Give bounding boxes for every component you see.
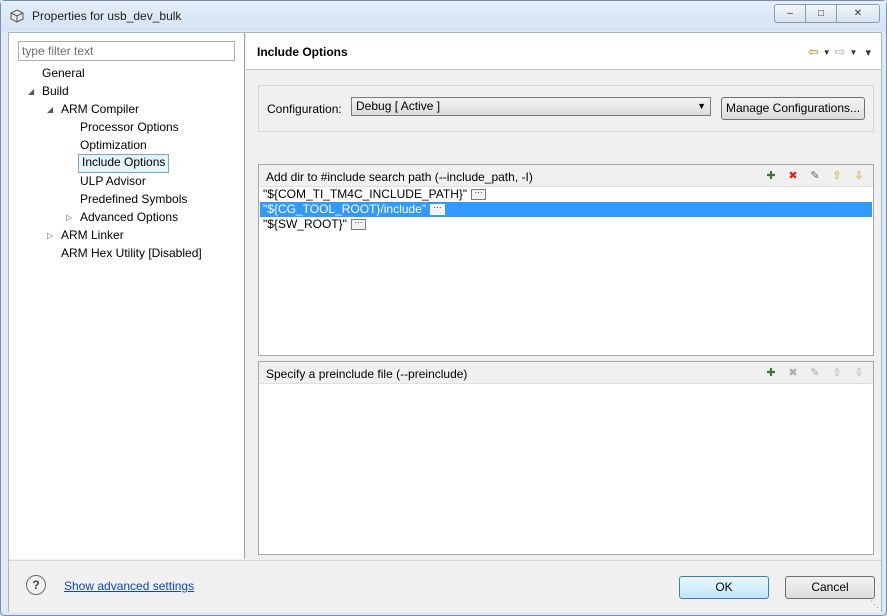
tree-item-processor-options[interactable]: Processor Options (80, 119, 179, 136)
dialog-footer: ? Show advanced settings OK Cancel ⋱ (9, 560, 881, 612)
edit-icon[interactable]: ✎ (807, 168, 823, 184)
tree-item-arm-compiler[interactable]: ARM Compiler (61, 101, 139, 118)
resize-grip-icon[interactable]: ⋱ (870, 599, 879, 610)
tree-item-arm-hex-utility[interactable]: ARM Hex Utility [Disabled] (61, 245, 202, 262)
tree-expand-icon[interactable]: ▷ (66, 213, 72, 222)
forward-icon[interactable]: ⇨ (835, 44, 846, 60)
window-title: Properties for usb_dev_bulk (32, 9, 182, 23)
add-icon[interactable]: ✚ (763, 168, 779, 184)
ellipsis-icon[interactable]: ··· (471, 189, 487, 201)
tree-item-advanced-options[interactable]: Advanced Options (80, 209, 178, 226)
forward-menu-icon[interactable]: ▼ (850, 48, 858, 57)
include-path-text: "${CG_TOOL_ROOT}/include" (263, 202, 427, 216)
configuration-label: Configuration: (267, 102, 342, 116)
back-icon[interactable]: ⇦ (808, 44, 819, 60)
page-title: Include Options (257, 45, 348, 59)
maximize-icon: □ (817, 8, 825, 19)
preinclude-list: Specify a preinclude file (--preinclude)… (258, 361, 874, 555)
ok-button[interactable]: OK (679, 576, 769, 599)
include-path-text: "${COM_TI_TM4C_INCLUDE_PATH}" (263, 187, 468, 201)
cancel-button[interactable]: Cancel (785, 576, 875, 599)
delete-icon[interactable]: ✖ (785, 168, 801, 184)
view-menu-icon[interactable]: ▾ (865, 46, 871, 59)
tree-item-build[interactable]: Build (42, 83, 69, 100)
move-up-icon[interactable]: ⇧ (829, 365, 845, 381)
configuration-select[interactable]: Debug [ Active ] ▼ (351, 97, 711, 116)
title-bar: Properties for usb_dev_bulk – □ ✕ (1, 1, 886, 31)
tree-item-predefined-symbols[interactable]: Predefined Symbols (80, 191, 187, 208)
include-path-item[interactable]: "${CG_TOOL_ROOT}/include" ··· (260, 202, 872, 217)
back-menu-icon[interactable]: ▼ (823, 48, 831, 57)
page-pane: Include Options ⇦ ▼ ⇨ ▼ ▾ Configuration:… (246, 33, 881, 559)
app-icon (10, 9, 24, 23)
minimize-button[interactable]: – (774, 4, 806, 23)
tree-item-optimization[interactable]: Optimization (80, 137, 147, 154)
tree-collapse-icon[interactable]: ◢ (28, 87, 34, 96)
include-path-item[interactable]: "${COM_TI_TM4C_INCLUDE_PATH}" ··· (260, 187, 872, 202)
preinclude-title: Specify a preinclude file (--preinclude) (266, 367, 468, 381)
ellipsis-icon[interactable]: ··· (430, 204, 446, 216)
tree-collapse-icon[interactable]: ◢ (47, 105, 53, 114)
delete-icon[interactable]: ✖ (785, 365, 801, 381)
ellipsis-icon[interactable]: ··· (350, 219, 366, 231)
page-header: Include Options ⇦ ▼ ⇨ ▼ ▾ (246, 33, 881, 70)
minimize-icon: – (787, 8, 793, 19)
properties-dialog: Properties for usb_dev_bulk – □ ✕ Genera… (0, 0, 887, 616)
manage-configurations-button[interactable]: Manage Configurations... (721, 97, 865, 120)
include-path-list: Add dir to #include search path (--inclu… (258, 164, 874, 356)
help-icon[interactable]: ? (26, 575, 46, 595)
preinclude-header: Specify a preinclude file (--preinclude)… (259, 362, 873, 384)
tree-item-general[interactable]: General (42, 65, 85, 82)
tree-expand-icon[interactable]: ▷ (47, 231, 53, 240)
tree-item-ulp-advisor[interactable]: ULP Advisor (80, 173, 146, 190)
configuration-group: Configuration: Debug [ Active ] ▼ Manage… (258, 85, 874, 132)
tree-item-arm-linker[interactable]: ARM Linker (61, 227, 124, 244)
move-up-icon[interactable]: ⇧ (829, 168, 845, 184)
move-down-icon[interactable]: ⇩ (851, 365, 867, 381)
include-path-item[interactable]: "${SW_ROOT}" ··· (260, 217, 872, 232)
close-button[interactable]: ✕ (837, 4, 880, 23)
edit-icon[interactable]: ✎ (807, 365, 823, 381)
tree-item-include-options[interactable]: Include Options (78, 154, 170, 173)
include-path-title: Add dir to #include search path (--inclu… (266, 170, 533, 184)
close-icon: ✕ (853, 8, 863, 19)
maximize-button[interactable]: □ (806, 4, 837, 23)
add-icon[interactable]: ✚ (763, 365, 779, 381)
category-pane: General ◢ Build ◢ ARM Compiler Processor… (9, 33, 245, 559)
include-path-text: "${SW_ROOT}" (263, 217, 347, 231)
dialog-client: General ◢ Build ◢ ARM Compiler Processor… (8, 32, 882, 612)
show-advanced-settings-link[interactable]: Show advanced settings (64, 579, 194, 593)
move-down-icon[interactable]: ⇩ (851, 168, 867, 184)
include-path-header: Add dir to #include search path (--inclu… (259, 165, 873, 187)
filter-input[interactable] (18, 41, 235, 61)
dropdown-arrow-icon: ▼ (697, 101, 706, 111)
configuration-value: Debug [ Active ] (356, 99, 441, 113)
